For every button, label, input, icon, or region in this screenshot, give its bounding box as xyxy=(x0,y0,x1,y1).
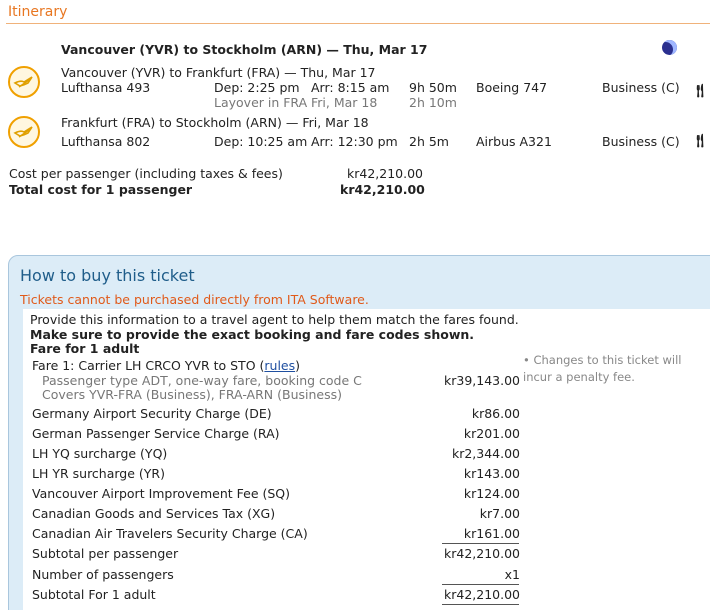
fare-amount: kr39,143.00 xyxy=(444,373,520,388)
note-bullet: • xyxy=(523,353,530,367)
subtotal-adult-label: Subtotal For 1 adult xyxy=(32,587,156,602)
fare-line-suffix: ) xyxy=(295,358,301,373)
segment-route: Frankfurt (FRA) to Stockholm (ARN) — Fri… xyxy=(61,115,369,130)
charge-label: Canadian Goods and Services Tax (XG) xyxy=(32,506,276,521)
charge-amount: kr201.00 xyxy=(463,426,520,441)
lufthansa-logo-icon xyxy=(8,66,40,98)
flight-duration: 2h 5m xyxy=(409,134,449,149)
route-title: Vancouver (YVR) to Stockholm (ARN) — Thu… xyxy=(61,42,428,57)
fare-detail: Passenger type ADT, one-way fare, bookin… xyxy=(42,373,362,388)
aircraft-type: Boeing 747 xyxy=(476,80,548,95)
subtotal-label: Subtotal per passenger xyxy=(32,546,179,561)
cost-per-passenger-value: kr42,210.00 xyxy=(347,166,423,181)
subtotal-rule xyxy=(442,543,519,544)
section-title: Itinerary xyxy=(8,4,68,20)
fork-knife-icon: 🍴︎ xyxy=(692,134,709,149)
departure-time: Dep: 2:25 pm xyxy=(214,80,300,95)
fare-line: Fare 1: Carrier LH CRCO YVR to STO (rule… xyxy=(32,358,300,373)
rules-link[interactable]: rules xyxy=(264,358,295,373)
subtotal-rule xyxy=(442,584,519,585)
flight-number: Lufthansa 493 xyxy=(61,80,151,95)
cost-per-passenger-label: Cost per passenger (including taxes & fe… xyxy=(9,166,283,181)
fare-intro: Provide this information to a travel age… xyxy=(30,312,519,327)
note-text: Changes to this ticket will incur a pena… xyxy=(523,353,682,384)
departure-time: Dep: 10:25 am xyxy=(214,134,308,149)
cabin-class: Business (C) xyxy=(602,134,680,149)
flight-segment: Vancouver (YVR) to Frankfurt (FRA) — Thu… xyxy=(0,64,710,112)
subtotal-adult-amount: kr42,210.00 xyxy=(444,587,520,602)
charge-label: Germany Airport Security Charge (DE) xyxy=(32,406,272,421)
how-to-buy-title: How to buy this ticket xyxy=(20,266,195,285)
charge-amount: kr124.00 xyxy=(463,486,520,501)
moon-icon xyxy=(662,40,677,55)
charge-label: German Passenger Service Charge (RA) xyxy=(32,426,280,441)
total-cost-label: Total cost for 1 passenger xyxy=(9,182,193,197)
charge-amount: kr161.00 xyxy=(463,526,520,541)
aircraft-type: Airbus A321 xyxy=(476,134,552,149)
fare-for-label: Fare for 1 adult xyxy=(30,341,140,356)
fork-knife-icon: 🍴︎ xyxy=(692,84,709,99)
fare-details: Provide this information to a travel age… xyxy=(23,309,710,610)
cabin-class: Business (C) xyxy=(602,80,680,95)
charge-label: LH YQ surcharge (YQ) xyxy=(32,446,168,461)
section-divider xyxy=(6,23,710,24)
layover-date: Fri, Mar 18 xyxy=(311,95,378,110)
fare-instruction: Make sure to provide the exact booking a… xyxy=(30,327,475,342)
fare-line-prefix: Fare 1: Carrier LH CRCO YVR to STO ( xyxy=(32,358,265,373)
subtotal-rule xyxy=(442,604,519,605)
charge-label: LH YR surcharge (YR) xyxy=(32,466,165,481)
flight-duration: 9h 50m xyxy=(409,80,457,95)
fare-detail: Covers YVR-FRA (Business), FRA-ARN (Busi… xyxy=(42,387,342,402)
charge-label: Vancouver Airport Improvement Fee (SQ) xyxy=(32,486,291,501)
passengers-value: x1 xyxy=(504,567,520,582)
purchase-warning: Tickets cannot be purchased directly fro… xyxy=(20,292,369,307)
segment-route: Vancouver (YVR) to Frankfurt (FRA) — Thu… xyxy=(61,65,376,80)
charge-amount: kr2,344.00 xyxy=(451,446,520,461)
passengers-label: Number of passengers xyxy=(32,567,174,582)
layover-duration: 2h 10m xyxy=(409,95,457,110)
subtotal-amount: kr42,210.00 xyxy=(444,546,520,561)
layover-label: Layover in FRA xyxy=(214,95,308,110)
arrival-time: Arr: 8:15 am xyxy=(311,80,390,95)
charge-label: Canadian Air Travelers Security Charge (… xyxy=(32,526,308,541)
arrival-time: Arr: 12:30 pm xyxy=(311,134,398,149)
charge-amount: kr143.00 xyxy=(463,466,520,481)
charge-amount: kr86.00 xyxy=(471,406,520,421)
penalty-note: • Changes to this ticket will incur a pe… xyxy=(523,352,703,386)
lufthansa-logo-icon xyxy=(8,116,40,148)
charge-amount: kr7.00 xyxy=(479,506,520,521)
total-cost-value: kr42,210.00 xyxy=(340,182,425,197)
flight-number: Lufthansa 802 xyxy=(61,134,151,149)
flight-segment: Frankfurt (FRA) to Stockholm (ARN) — Fri… xyxy=(0,114,710,162)
